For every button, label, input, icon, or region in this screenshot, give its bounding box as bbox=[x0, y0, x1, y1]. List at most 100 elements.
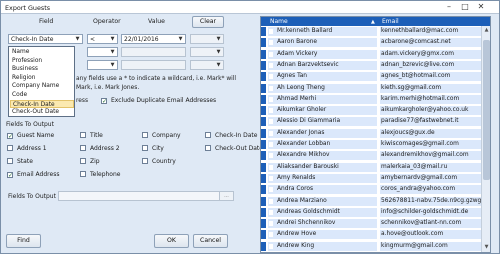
table-row[interactable]: Aliaksander Barouski malerkaia_03@mail.ru bbox=[261, 162, 490, 172]
name-column-header[interactable]: Name bbox=[270, 18, 288, 25]
ok-button[interactable]: OK bbox=[154, 234, 189, 248]
table-row[interactable]: Alexandre Mikhov alexandremikhov@gmail.co… bbox=[261, 151, 490, 161]
table-row[interactable]: Andrei Shchennikov schennikov@atlant-nn.c… bbox=[261, 219, 490, 229]
output-company-checkbox[interactable]: Company bbox=[142, 132, 181, 139]
dropdown-option[interactable]: Name bbox=[10, 48, 74, 56]
output-city-checkbox[interactable]: City bbox=[142, 145, 164, 152]
row-selector[interactable] bbox=[261, 140, 266, 149]
output-zip-checkbox[interactable]: Zip bbox=[80, 158, 100, 165]
row-selector[interactable] bbox=[261, 196, 266, 206]
row-checkbox[interactable] bbox=[269, 175, 273, 181]
exclude-duplicates-checkbox[interactable]: ✓ Exclude Duplicate Email Addresses bbox=[101, 97, 216, 105]
row-selector[interactable] bbox=[261, 106, 266, 116]
table-row[interactable]: Alessio Di Giammaria paradise77@fastwebne… bbox=[261, 117, 490, 127]
scrollbar-thumb[interactable] bbox=[483, 40, 490, 180]
browse-button[interactable]: ... bbox=[219, 191, 234, 201]
row-selector[interactable] bbox=[261, 72, 266, 82]
row-checkbox[interactable] bbox=[269, 209, 273, 215]
row-selector[interactable] bbox=[261, 207, 266, 217]
value-input-3[interactable] bbox=[121, 60, 186, 70]
logic-select-3[interactable]: ▼ bbox=[190, 60, 224, 70]
table-row[interactable]: Alexander Lobban kiwiscomages@gmail.com bbox=[261, 140, 490, 149]
row-selector[interactable] bbox=[261, 83, 266, 93]
row-selector[interactable] bbox=[261, 117, 266, 127]
output-email-checkbox[interactable]: ✓ Email Address bbox=[7, 171, 59, 179]
output-state-checkbox[interactable]: State bbox=[7, 158, 33, 165]
fields-to-output-path-input[interactable] bbox=[58, 191, 221, 201]
dropdown-option[interactable]: Company Name bbox=[10, 82, 74, 90]
table-row[interactable]: Andreas Goldschmidt info@schilder-goldsch… bbox=[261, 207, 490, 217]
minimize-button[interactable]: – bbox=[443, 2, 455, 12]
grid-scrollbar[interactable]: ▲ ▼ bbox=[481, 26, 490, 252]
table-row[interactable]: Aikumkar Gholer aikumkargholer@yahoo.co.u… bbox=[261, 106, 490, 116]
row-checkbox[interactable] bbox=[269, 142, 273, 147]
output-checkin-date-checkbox[interactable]: Check-In Date bbox=[205, 132, 257, 139]
row-checkbox[interactable] bbox=[269, 29, 273, 34]
row-checkbox[interactable] bbox=[269, 232, 273, 238]
row-selector[interactable] bbox=[261, 241, 266, 251]
row-selector[interactable] bbox=[261, 27, 266, 36]
table-row[interactable]: Andrew King kingmurm@gmail.com bbox=[261, 241, 490, 251]
clear-button[interactable]: Clear bbox=[192, 16, 224, 28]
row-checkbox[interactable] bbox=[269, 108, 273, 114]
row-checkbox[interactable] bbox=[269, 85, 273, 91]
value-input-1[interactable]: 22/01/2016 ▼ bbox=[121, 34, 186, 44]
row-checkbox[interactable] bbox=[269, 221, 273, 227]
table-row[interactable]: Amy Renalds amybernardv@gmail.com bbox=[261, 173, 490, 183]
value-input-2[interactable] bbox=[121, 47, 186, 57]
output-title-checkbox[interactable]: Title bbox=[80, 132, 103, 139]
row-checkbox[interactable] bbox=[269, 74, 273, 80]
operator-select-2[interactable]: ▼ bbox=[87, 47, 118, 57]
row-checkbox[interactable] bbox=[269, 153, 273, 159]
row-checkbox[interactable] bbox=[269, 198, 273, 204]
output-telephone-checkbox[interactable]: Telephone bbox=[80, 171, 120, 178]
cancel-button[interactable]: Cancel bbox=[193, 234, 228, 248]
row-checkbox[interactable] bbox=[269, 164, 273, 170]
maximize-button[interactable]: □ bbox=[459, 2, 471, 12]
operator-select-3[interactable]: ▼ bbox=[87, 60, 118, 70]
logic-select-2[interactable]: ▼ bbox=[190, 47, 224, 57]
table-row[interactable]: Andrew Hove a.hove@outlook.com bbox=[261, 230, 490, 240]
scroll-down-icon[interactable]: ▼ bbox=[483, 244, 490, 251]
row-selector[interactable] bbox=[261, 38, 266, 48]
row-selector[interactable] bbox=[261, 60, 266, 70]
table-row[interactable]: Adam Vickery adam.vickery@gmx.com bbox=[261, 49, 490, 59]
row-checkbox[interactable] bbox=[269, 130, 273, 136]
table-row[interactable]: Andrea Marziano 562678811-nabv.75de.n9cg.… bbox=[261, 196, 490, 206]
row-checkbox[interactable] bbox=[269, 62, 273, 68]
row-selector[interactable] bbox=[261, 49, 266, 59]
output-address1-checkbox[interactable]: Address 1 bbox=[7, 145, 47, 152]
output-guest-name-checkbox[interactable]: ✓ Guest Name bbox=[7, 132, 54, 140]
dropdown-option[interactable]: Code bbox=[10, 91, 74, 99]
dropdown-option[interactable]: Check-In Date bbox=[10, 99, 74, 108]
dropdown-option[interactable]: Profession bbox=[10, 57, 74, 65]
table-row[interactable]: Aaron Barone acbarone@comcast.net bbox=[261, 38, 490, 48]
row-selector[interactable] bbox=[261, 162, 266, 172]
row-selector[interactable] bbox=[261, 185, 266, 195]
output-address2-checkbox[interactable]: Address 2 bbox=[80, 145, 120, 152]
find-button[interactable]: Find bbox=[6, 234, 41, 248]
table-row[interactable]: Andra Coros coros_andra@yahoo.com bbox=[261, 185, 490, 195]
close-button[interactable]: ✕ bbox=[475, 2, 487, 12]
row-selector[interactable] bbox=[261, 173, 266, 183]
row-selector[interactable] bbox=[261, 151, 266, 161]
output-checkout-date-checkbox[interactable]: Check-Out Date bbox=[205, 145, 263, 152]
email-column-header[interactable]: Email bbox=[382, 18, 399, 25]
row-selector[interactable] bbox=[261, 128, 266, 138]
row-checkbox[interactable] bbox=[269, 243, 273, 249]
table-row[interactable]: Mr.kenneth Ballard kennethballard@mac.com bbox=[261, 27, 490, 36]
table-row[interactable]: Ah Leong Theng kieth.sg@gmail.com bbox=[261, 83, 490, 93]
row-checkbox[interactable] bbox=[269, 40, 273, 46]
row-checkbox[interactable] bbox=[269, 119, 273, 125]
table-row[interactable]: Agnes Tan agnes_bt@hotmail.com bbox=[261, 72, 490, 82]
field-select-1[interactable]: Check-In Date ▼ bbox=[8, 34, 83, 44]
row-selector[interactable] bbox=[261, 230, 266, 240]
row-selector[interactable] bbox=[261, 219, 266, 229]
scroll-up-icon[interactable]: ▲ bbox=[483, 27, 490, 34]
dropdown-option[interactable]: Religion bbox=[10, 74, 74, 82]
operator-select-1[interactable]: < ▼ bbox=[87, 34, 118, 44]
table-row[interactable]: Alexander Jonas alexjoucs@gux.de bbox=[261, 128, 490, 138]
output-country-checkbox[interactable]: Country bbox=[142, 158, 176, 165]
table-row[interactable]: Ahmad Merhi karim.merhi@hotmail.com bbox=[261, 94, 490, 104]
dropdown-option[interactable]: Check-Out Date bbox=[10, 108, 74, 116]
